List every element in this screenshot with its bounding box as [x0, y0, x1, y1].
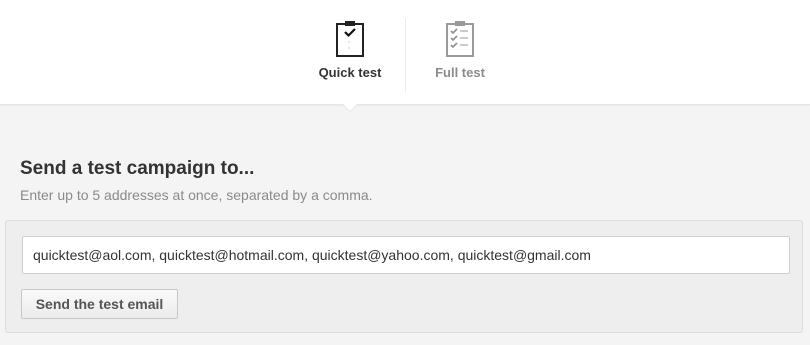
test-email-form: Send the test email [5, 220, 803, 333]
tab-full-test[interactable]: Full test [405, 0, 515, 104]
tab-full-test-label: Full test [435, 65, 485, 80]
clipboard-checklist-icon [445, 20, 475, 58]
email-addresses-input[interactable] [22, 236, 790, 274]
tab-quick-test[interactable]: Quick test [295, 0, 405, 104]
active-tab-pointer [343, 104, 357, 111]
clipboard-single-check-icon [335, 20, 365, 58]
test-type-tabbar: Quick test Full test [0, 0, 810, 105]
section-subtext: Enter up to 5 addresses at once, separat… [20, 187, 373, 203]
section-heading: Send a test campaign to... [20, 158, 255, 179]
send-test-email-button[interactable]: Send the test email [21, 289, 178, 319]
tab-quick-test-label: Quick test [318, 65, 382, 80]
